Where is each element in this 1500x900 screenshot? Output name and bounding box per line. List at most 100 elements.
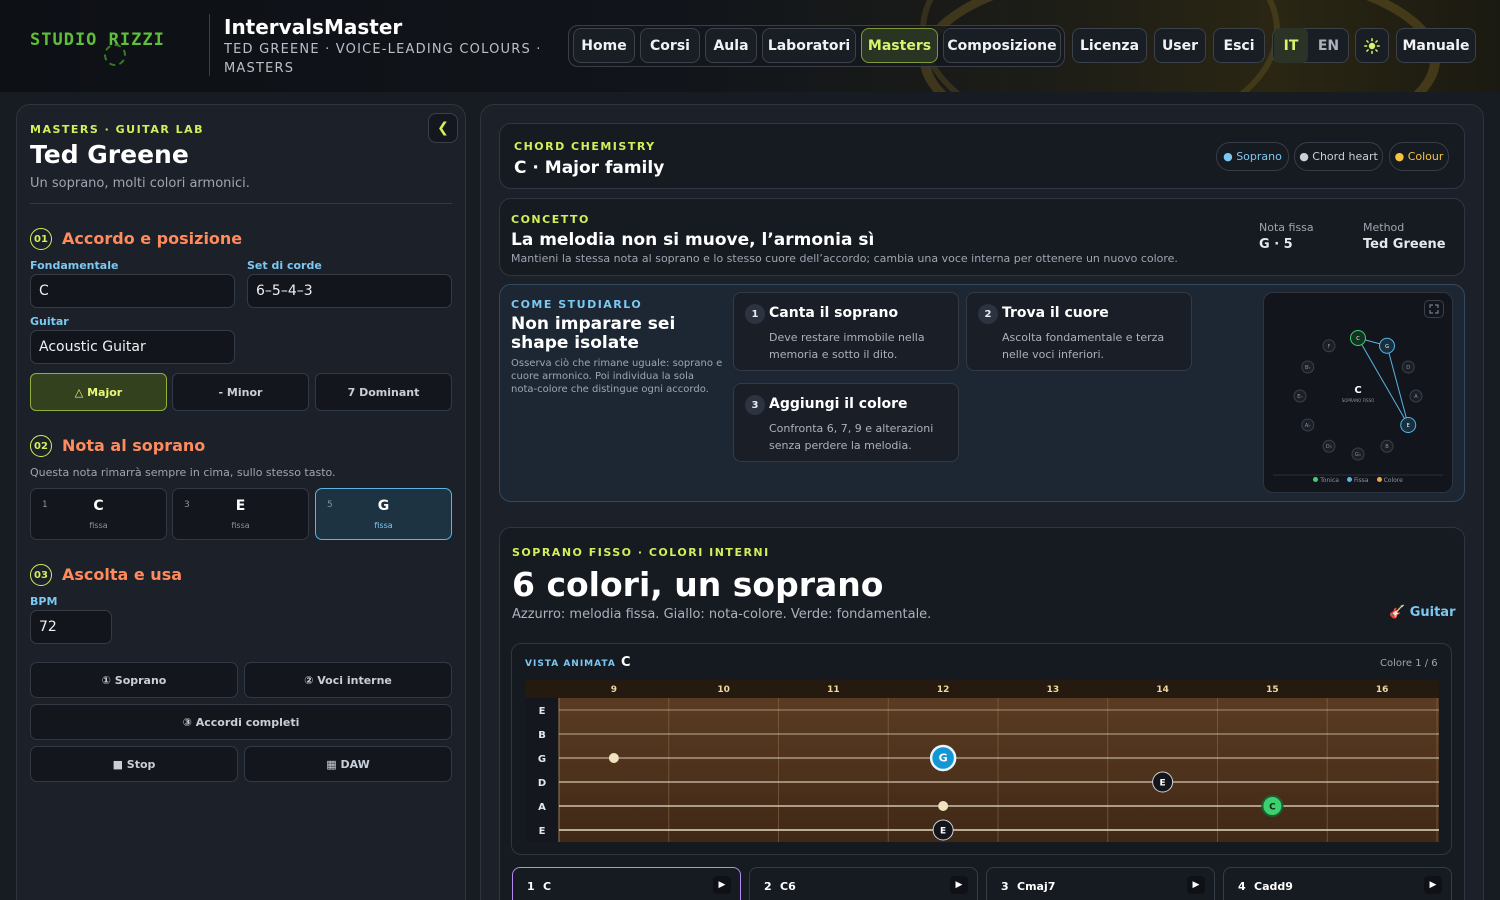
chord-name: C6 xyxy=(780,880,796,893)
soprano-note-c-button[interactable]: 1 C fissa xyxy=(30,488,167,540)
legend-pill-chord-heart: ● Chord heart xyxy=(1294,142,1383,171)
nav-esci[interactable]: Esci xyxy=(1213,28,1265,63)
legend-colore: Colore xyxy=(1376,477,1403,484)
note-name: C xyxy=(93,498,104,514)
quality-major-button[interactable]: △ Major xyxy=(30,373,167,411)
step-number: 1 xyxy=(745,304,765,324)
chord-name: C xyxy=(543,880,552,893)
sun-icon xyxy=(1364,37,1380,54)
circle-node-label: B♭ xyxy=(1305,365,1311,371)
app-title: IntervalsMaster xyxy=(224,15,403,39)
daw-export-button[interactable]: ▦ DAW xyxy=(244,746,452,782)
play-icon[interactable]: ▶ xyxy=(713,876,731,894)
bpm-input[interactable]: 72 xyxy=(30,610,112,644)
circle-center-label: C xyxy=(1354,385,1361,396)
soprano-note-e-button[interactable]: 3 E fissa xyxy=(172,488,309,540)
instrument-button[interactable]: 🎸 Guitar xyxy=(1389,605,1456,620)
pill-label: ● Chord heart xyxy=(1299,150,1378,163)
soprano-title: 6 colori, un soprano xyxy=(512,565,884,604)
circle-node-label: G xyxy=(1385,344,1389,350)
string-label: A xyxy=(538,802,546,813)
fixed-note-value: G · 5 xyxy=(1259,237,1293,252)
play-inner-voices-button[interactable]: ② Voci interne xyxy=(244,662,452,698)
circle-node-label: G♭ xyxy=(1355,452,1361,458)
fret-number: 11 xyxy=(827,685,840,695)
concept-title: La melodia non si muove, l’armonia sì xyxy=(511,230,875,250)
chord-name: Cmaj7 xyxy=(1017,880,1056,893)
theme-toggle-button[interactable] xyxy=(1355,28,1389,63)
nav-composizione[interactable]: Composizione xyxy=(943,28,1061,63)
pill-label: ● Colour xyxy=(1394,150,1444,163)
step-title: Aggiungi il colore xyxy=(769,396,908,412)
nav-laboratori[interactable]: Laboratori xyxy=(762,28,856,63)
nav-corsi[interactable]: Corsi xyxy=(640,28,700,63)
fret-number: 15 xyxy=(1266,685,1279,695)
soprano-note-g-button[interactable]: 5 G fissa xyxy=(315,488,452,540)
string-set-select[interactable]: 6–5–4–3 xyxy=(247,274,452,308)
fret-number: 9 xyxy=(611,685,617,695)
note-state: fissa xyxy=(231,521,250,530)
section-title: Ascolta e usa xyxy=(62,565,183,584)
step-number: 3 xyxy=(745,395,765,415)
quality-minor-button[interactable]: - Minor xyxy=(172,373,309,411)
circle-node-label: D xyxy=(1406,365,1410,371)
collapse-sidebar-button[interactable]: ❮ xyxy=(428,113,458,143)
section-title: Nota al soprano xyxy=(62,436,206,455)
play-icon[interactable]: ▶ xyxy=(1187,876,1205,894)
chord-name: Cadd9 xyxy=(1254,880,1293,893)
circle-node-label: A xyxy=(1414,394,1418,400)
chord-card-3[interactable]: 3 Cmaj7 ▶ xyxy=(986,867,1215,900)
view-chord: C xyxy=(621,655,631,670)
manual-button[interactable]: Manuale xyxy=(1396,28,1476,63)
circle-node-label: E xyxy=(1407,423,1410,429)
nav-licenza[interactable]: Licenza xyxy=(1072,28,1147,63)
colour-counter: Colore 1 / 6 xyxy=(1380,658,1438,669)
left-eyebrow: MASTERS · GUITAR LAB xyxy=(30,123,205,136)
fretboard-note-label: G xyxy=(939,752,948,765)
soprano-hint: Questa nota rimarrà sempre in cima, sull… xyxy=(30,466,336,479)
step-number: 03 xyxy=(30,564,52,586)
legend-label: Colore xyxy=(1383,477,1403,484)
chord-card-2[interactable]: 2 C6 ▶ xyxy=(749,867,978,900)
circle-node-label: F xyxy=(1328,344,1331,350)
circle-node-label: B xyxy=(1385,444,1389,450)
nav-aula[interactable]: Aula xyxy=(705,28,757,63)
fret-number: 16 xyxy=(1376,685,1389,695)
play-soprano-button[interactable]: ① Soprano xyxy=(30,662,238,698)
step-description: Deve restare immobile nella memoria e so… xyxy=(769,331,925,361)
bpm-label: BPM xyxy=(30,595,58,608)
legend-fissa: Fissa xyxy=(1346,477,1369,484)
fretboard-note-label: C xyxy=(1269,803,1276,813)
play-full-chords-button[interactable]: ③ Accordi completi xyxy=(30,704,452,740)
studio-logo[interactable]: STUDIO RIZZI xyxy=(30,30,165,50)
left-title: Ted Greene xyxy=(30,140,189,169)
fretboard-wood xyxy=(559,698,1439,842)
fret-number: 12 xyxy=(937,685,950,695)
fretboard: 9 10 11 12 13 14 15 16 E B G D A E G E C E xyxy=(525,680,1439,842)
lang-it[interactable]: IT xyxy=(1274,28,1308,63)
step-description: Ascolta fondamentale e terza nelle voci … xyxy=(1002,331,1165,361)
step-title: Canta il soprano xyxy=(769,305,899,321)
note-name: E xyxy=(235,498,246,514)
play-icon[interactable]: ▶ xyxy=(950,876,968,894)
quality-dominant-button[interactable]: 7 Dominant xyxy=(315,373,452,411)
chord-number: 3 xyxy=(1001,880,1009,893)
header-divider xyxy=(209,14,210,76)
stop-button[interactable]: ■ Stop xyxy=(30,746,238,782)
study-eyebrow: COME STUDIARLO xyxy=(511,298,643,311)
circle-of-fifths: C G D A E B G♭ D♭ A♭ E♭ B♭ F C SOPRANO FISSO xyxy=(1273,330,1443,476)
chord-card-1[interactable]: 1 C ▶ xyxy=(512,867,741,900)
nav-user[interactable]: User xyxy=(1154,28,1206,63)
guitar-label: Guitar xyxy=(30,315,69,328)
nav-masters[interactable]: Masters xyxy=(861,28,938,63)
nav-home[interactable]: Home xyxy=(573,28,635,63)
lang-en[interactable]: EN xyxy=(1310,28,1347,63)
play-icon[interactable]: ▶ xyxy=(1424,876,1442,894)
pill-label: ● Soprano xyxy=(1223,150,1282,163)
circle-node-label: A♭ xyxy=(1305,423,1311,429)
concept-eyebrow: CONCETTO xyxy=(511,213,590,226)
chord-card-4[interactable]: 4 Cadd9 ▶ xyxy=(1223,867,1452,900)
guitar-select[interactable]: Acoustic Guitar xyxy=(30,330,235,364)
root-select[interactable]: C xyxy=(30,274,235,308)
study-title: Non imparare sei shape isolate xyxy=(511,314,676,353)
